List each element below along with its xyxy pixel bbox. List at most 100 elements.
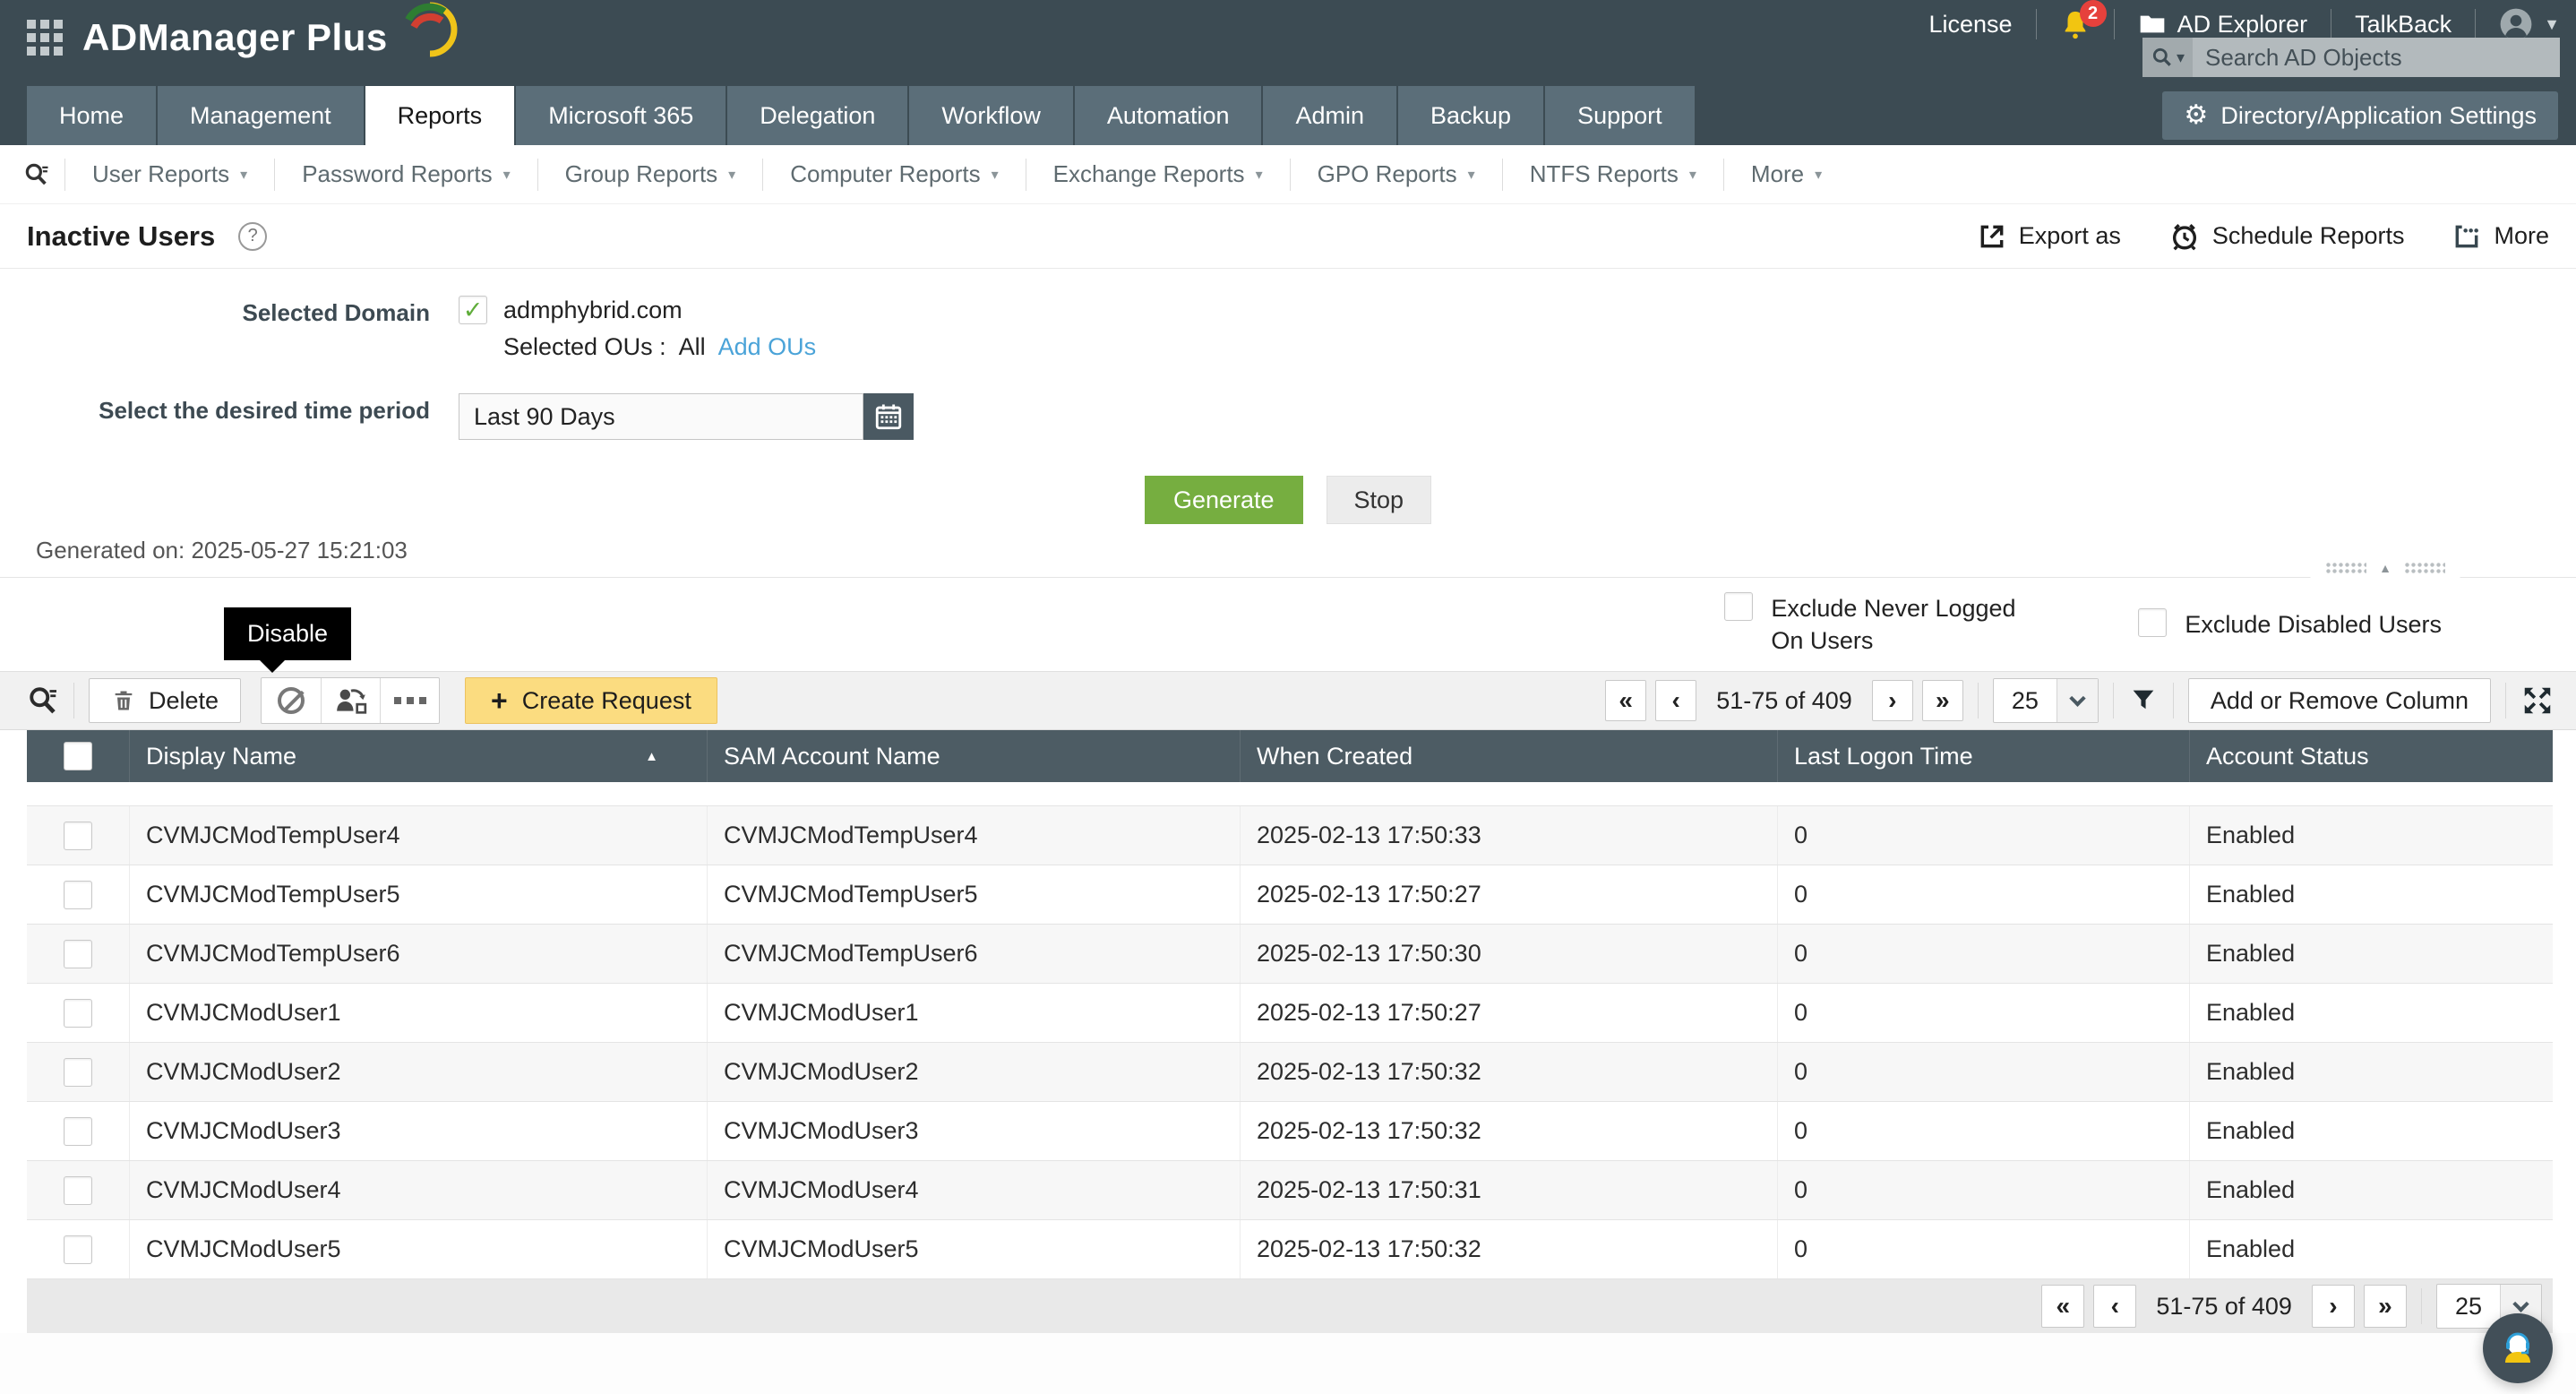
- table-row[interactable]: CVMJCModUser4 CVMJCModUser4 2025-02-13 1…: [27, 1161, 2553, 1220]
- talkback-link[interactable]: TalkBack: [2355, 11, 2451, 39]
- prev-page-button[interactable]: ‹: [1655, 680, 1696, 721]
- menu-more-reports[interactable]: More▾: [1724, 160, 1849, 188]
- cell-sam-account: CVMJCModTempUser6: [708, 925, 1241, 983]
- menu-user-reports[interactable]: User Reports▾: [65, 160, 274, 188]
- directory-settings-button[interactable]: ⚙ Directory/Application Settings: [2162, 91, 2558, 140]
- divider: [2173, 683, 2174, 719]
- tab-support[interactable]: Support: [1545, 86, 1695, 145]
- menu-password-reports[interactable]: Password Reports▾: [275, 160, 537, 188]
- tab-admin[interactable]: Admin: [1263, 86, 1396, 145]
- row-checkbox[interactable]: [64, 1176, 92, 1205]
- support-chat-button[interactable]: [2483, 1313, 2553, 1383]
- add-ous-link[interactable]: Add OUs: [718, 333, 817, 361]
- select-all-checkbox[interactable]: [64, 742, 92, 770]
- more-actions-button[interactable]: More: [2452, 222, 2549, 251]
- row-checkbox[interactable]: [64, 822, 92, 850]
- create-request-button[interactable]: + Create Request: [465, 677, 717, 724]
- column-display-name[interactable]: Display Name▲: [130, 730, 708, 782]
- caret-down-icon: ▾: [503, 166, 511, 184]
- add-remove-column-button[interactable]: Add or Remove Column: [2188, 678, 2491, 723]
- filter-icon: [2128, 685, 2159, 716]
- table-row[interactable]: CVMJCModTempUser3 CVMJCModTempUser3 2025…: [27, 782, 2553, 806]
- first-page-button[interactable]: «: [1605, 680, 1646, 721]
- menu-ntfs-reports[interactable]: NTFS Reports▾: [1503, 160, 1723, 188]
- report-search-icon[interactable]: [9, 161, 64, 188]
- tab-microsoft365[interactable]: Microsoft 365: [516, 86, 726, 145]
- schedule-reports-button[interactable]: Schedule Reports: [2169, 221, 2405, 252]
- last-page-button[interactable]: »: [2364, 1285, 2407, 1328]
- tab-delegation[interactable]: Delegation: [727, 86, 907, 145]
- tab-automation[interactable]: Automation: [1075, 86, 1262, 145]
- row-checkbox[interactable]: [64, 1058, 92, 1087]
- row-checkbox[interactable]: [64, 881, 92, 909]
- sort-asc-icon: ▲: [645, 749, 658, 764]
- row-checkbox[interactable]: [64, 999, 92, 1028]
- row-checkbox[interactable]: [64, 940, 92, 968]
- exclude-never-logged-filter[interactable]: Exclude Never Logged On Users: [1724, 592, 2031, 658]
- table-search-icon[interactable]: [27, 684, 59, 717]
- prev-page-button[interactable]: ‹: [2093, 1285, 2136, 1328]
- headset-agent-icon: [2493, 1323, 2543, 1373]
- license-link[interactable]: License: [1929, 11, 2013, 39]
- grip-dots-icon: [2404, 562, 2445, 574]
- menu-computer-reports[interactable]: Computer Reports▾: [763, 160, 1025, 188]
- column-last-logon[interactable]: Last Logon Time: [1778, 730, 2190, 782]
- account-menu[interactable]: ▼: [2499, 7, 2560, 41]
- filter-button[interactable]: [2128, 685, 2159, 716]
- first-page-button[interactable]: «: [2041, 1285, 2084, 1328]
- caret-down-icon: ▼: [2544, 15, 2560, 34]
- generate-button[interactable]: Generate: [1145, 476, 1303, 524]
- domain-checkbox[interactable]: ✓: [459, 296, 487, 324]
- caret-down-icon: ▾: [2177, 48, 2185, 67]
- modify-user-button[interactable]: [321, 678, 380, 723]
- collapse-panel-handle[interactable]: ▲: [2309, 557, 2461, 579]
- delete-button[interactable]: Delete: [89, 678, 241, 723]
- exclude-disabled-checkbox[interactable]: [2138, 608, 2167, 637]
- next-page-button[interactable]: ›: [1872, 680, 1913, 721]
- global-search[interactable]: ▾: [2142, 38, 2560, 77]
- help-icon[interactable]: ?: [238, 222, 267, 251]
- search-input[interactable]: [2193, 38, 2560, 77]
- column-account-status[interactable]: Account Status: [2190, 730, 2553, 782]
- stop-button[interactable]: Stop: [1327, 476, 1432, 524]
- row-checkbox[interactable]: [64, 1235, 92, 1264]
- column-when-created[interactable]: When Created: [1241, 730, 1778, 782]
- ad-explorer-link[interactable]: AD Explorer: [2138, 10, 2308, 39]
- menu-group-reports[interactable]: Group Reports▾: [538, 160, 763, 188]
- exclude-disabled-filter[interactable]: Exclude Disabled Users: [2138, 608, 2442, 641]
- table-row[interactable]: CVMJCModUser5 CVMJCModUser5 2025-02-13 1…: [27, 1220, 2553, 1279]
- pagination-top: « ‹ 51-75 of 409 › »: [1605, 680, 1963, 721]
- calendar-button[interactable]: [863, 393, 914, 440]
- tab-workflow[interactable]: Workflow: [909, 86, 1073, 145]
- row-checkbox[interactable]: [64, 1117, 92, 1146]
- search-icon[interactable]: ▾: [2142, 38, 2193, 77]
- time-period-input[interactable]: [459, 393, 863, 440]
- cell-account-status: Enabled: [2190, 984, 2553, 1042]
- result-filters: Exclude Never Logged On Users Exclude Di…: [0, 578, 2576, 671]
- table-row[interactable]: CVMJCModUser2 CVMJCModUser2 2025-02-13 1…: [27, 1043, 2553, 1102]
- table-row[interactable]: CVMJCModUser1 CVMJCModUser1 2025-02-13 1…: [27, 984, 2553, 1043]
- table-row[interactable]: CVMJCModTempUser5 CVMJCModTempUser5 2025…: [27, 865, 2553, 925]
- table-row[interactable]: CVMJCModUser3 CVMJCModUser3 2025-02-13 1…: [27, 1102, 2553, 1161]
- more-options-button[interactable]: [380, 678, 439, 723]
- table-row[interactable]: CVMJCModTempUser4 CVMJCModTempUser4 2025…: [27, 806, 2553, 865]
- tab-reports[interactable]: Reports: [365, 86, 515, 145]
- next-page-button[interactable]: ›: [2312, 1285, 2355, 1328]
- menu-exchange-reports[interactable]: Exchange Reports▾: [1026, 160, 1290, 188]
- export-as-button[interactable]: Export as: [1978, 222, 2121, 251]
- expand-table-button[interactable]: [2520, 684, 2555, 718]
- exclude-never-logged-checkbox[interactable]: [1724, 592, 1753, 621]
- table-row[interactable]: CVMJCModTempUser6 CVMJCModTempUser6 2025…: [27, 925, 2553, 984]
- menu-gpo-reports[interactable]: GPO Reports▾: [1291, 160, 1502, 188]
- tab-backup[interactable]: Backup: [1398, 86, 1543, 145]
- last-page-button[interactable]: »: [1922, 680, 1963, 721]
- app-menu-icon[interactable]: [27, 20, 63, 56]
- notifications-button[interactable]: 2: [2060, 9, 2091, 39]
- page-size-select[interactable]: 25: [1993, 678, 2099, 723]
- column-sam-account[interactable]: SAM Account Name: [708, 730, 1241, 782]
- pagination-bottom: « ‹ 51-75 of 409 › » 25: [27, 1279, 2553, 1333]
- cell-last-logon: 0: [1778, 806, 2190, 865]
- tab-management[interactable]: Management: [158, 86, 364, 145]
- domain-name: admphybrid.com: [503, 297, 683, 324]
- tab-home[interactable]: Home: [27, 86, 156, 145]
